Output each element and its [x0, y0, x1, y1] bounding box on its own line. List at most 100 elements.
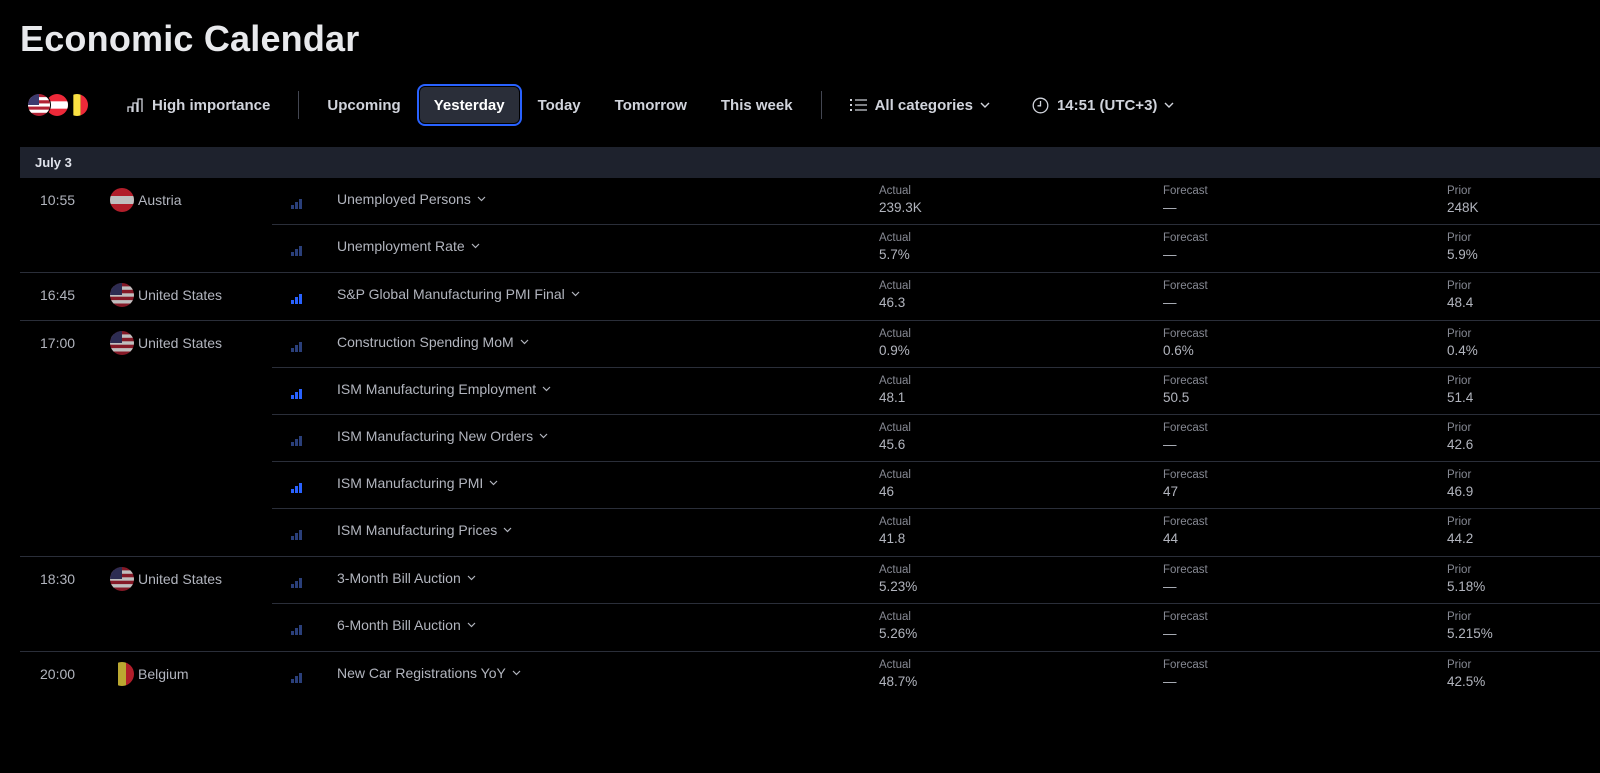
forecast-value: Forecast — [1163, 658, 1208, 691]
actual-number: 46.3 [879, 295, 906, 310]
us-flag-icon [110, 567, 134, 591]
tab-this-week[interactable]: This week [707, 86, 807, 124]
forecast-number: 50.5 [1163, 390, 1190, 405]
event-name[interactable]: ISM Manufacturing New Orders [337, 428, 548, 444]
event-name[interactable]: S&P Global Manufacturing PMI Final [337, 286, 580, 302]
actual-number: 45.6 [879, 437, 906, 452]
importance-bars-icon [291, 670, 302, 688]
belgium-flag-icon [110, 662, 134, 686]
event-row[interactable]: ISM Manufacturing New Orders Actual 45.6 Fo… [272, 415, 1600, 462]
event-row[interactable]: ISM Manufacturing PMI Actual 46 Forecast 47 P… [272, 462, 1600, 509]
tab-yesterday[interactable]: Yesterday [418, 86, 520, 124]
event-name-text: ISM Manufacturing Employment [337, 381, 537, 397]
timezone-dropdown[interactable]: 14:51 (UTC+3) [1018, 86, 1188, 124]
event-name[interactable]: 6-Month Bill Auction [337, 617, 476, 633]
actual-value: Actual 46 [879, 468, 911, 501]
event-name[interactable]: ISM Manufacturing Prices [337, 522, 512, 538]
importance-bars-icon [127, 97, 143, 112]
event-row[interactable]: Construction Spending MoM Actual 0.9% Forec… [272, 321, 1600, 368]
categories-dropdown[interactable]: All categories [836, 86, 1004, 124]
prior-label: Prior [1447, 280, 1472, 292]
actual-value: Actual 239.3K [879, 184, 922, 217]
event-name[interactable]: Construction Spending MoM [337, 334, 529, 350]
actual-label: Actual [879, 328, 911, 340]
event-name[interactable]: Unemployment Rate [337, 238, 480, 254]
actual-label: Actual [879, 564, 911, 576]
prior-number: 46.9 [1447, 484, 1474, 499]
event-row[interactable]: ISM Manufacturing Employment Actual 48.1 Fo… [272, 368, 1600, 415]
event-row[interactable]: S&P Global Manufacturing PMI Final Actual… [272, 273, 1600, 320]
event-name-text: Unemployed Persons [337, 191, 471, 207]
actual-number: 48.7% [879, 674, 918, 689]
actual-label: Actual [879, 422, 911, 434]
chevron-down-icon [520, 339, 529, 345]
forecast-label: Forecast [1163, 232, 1208, 244]
prior-number: 51.4 [1447, 390, 1474, 405]
event-group: 10:55 Austria Unemployed Persons Actual 239.… [20, 178, 1600, 273]
country-name: United States [138, 335, 223, 351]
importance-bars-icon [291, 196, 302, 214]
country-name: Austria [138, 192, 182, 208]
prior-value: Prior 46.9 [1447, 468, 1473, 501]
forecast-number: — [1163, 579, 1177, 594]
tab-tomorrow[interactable]: Tomorrow [601, 86, 701, 124]
actual-value: Actual 48.1 [879, 374, 911, 407]
event-row[interactable]: 3-Month Bill Auction Actual 5.23% Forecast —… [272, 557, 1600, 604]
prior-value: Prior 248K [1447, 184, 1479, 217]
event-row[interactable]: Unemployed Persons Actual 239.3K Forecast — P… [272, 178, 1600, 225]
importance-bars-icon [291, 575, 302, 593]
forecast-value: Forecast — [1163, 610, 1208, 643]
actual-number: 239.3K [879, 200, 922, 215]
country-filter-button[interactable] [27, 92, 93, 118]
high-importance-button[interactable]: High importance [113, 86, 284, 124]
forecast-label: Forecast [1163, 564, 1208, 576]
prior-number: 48.4 [1447, 295, 1474, 310]
event-name[interactable]: Unemployed Persons [337, 191, 486, 207]
event-row[interactable]: ISM Manufacturing Prices Actual 41.8 Foreca… [272, 509, 1600, 556]
prior-label: Prior [1447, 611, 1472, 623]
forecast-number: 0.6% [1163, 343, 1194, 358]
forecast-label: Forecast [1163, 422, 1208, 434]
forecast-value: Forecast — [1163, 231, 1208, 264]
us-flag-icon [27, 93, 51, 117]
importance-bars-icon [291, 243, 302, 261]
prior-label: Prior [1447, 659, 1472, 671]
event-country: United States [110, 331, 222, 355]
event-row[interactable]: Unemployment Rate Actual 5.7% Forecast — Prio… [272, 225, 1600, 272]
event-name-text: ISM Manufacturing New Orders [337, 428, 534, 444]
actual-value: Actual 48.7% [879, 658, 917, 691]
importance-bars-icon [291, 433, 302, 451]
timezone-label: 14:51 (UTC+3) [1056, 96, 1158, 114]
event-country: United States [110, 567, 222, 591]
tab-upcoming[interactable]: Upcoming [313, 86, 414, 124]
event-name-text: 3-Month Bill Auction [337, 570, 461, 586]
categories-label: All categories [874, 96, 973, 114]
event-country: United States [110, 283, 222, 307]
prior-number: 5.215% [1447, 626, 1493, 641]
forecast-number: 47 [1163, 484, 1179, 499]
prior-value: Prior 5.215% [1447, 610, 1493, 643]
country-name: United States [138, 571, 223, 587]
forecast-value: Forecast 47 [1163, 468, 1208, 501]
event-name[interactable]: 3-Month Bill Auction [337, 570, 476, 586]
forecast-value: Forecast 0.6% [1163, 327, 1208, 360]
actual-label: Actual [879, 611, 911, 623]
actual-value: Actual 41.8 [879, 515, 911, 548]
prior-number: 42.6 [1447, 437, 1474, 452]
event-name[interactable]: ISM Manufacturing Employment [337, 381, 551, 397]
event-row[interactable]: New Car Registrations YoY Actual 48.7% Fore… [272, 652, 1600, 699]
event-name[interactable]: New Car Registrations YoY [337, 665, 521, 681]
chevron-down-icon [512, 670, 521, 676]
prior-value: Prior 42.5% [1447, 658, 1485, 691]
actual-label: Actual [879, 280, 911, 292]
event-country: Austria [110, 188, 182, 212]
actual-value: Actual 0.9% [879, 327, 911, 360]
prior-label: Prior [1447, 375, 1472, 387]
forecast-number: — [1163, 295, 1177, 310]
chevron-down-icon [503, 527, 512, 533]
event-name[interactable]: ISM Manufacturing PMI [337, 475, 498, 491]
event-group: 20:00 Belgium New Car Registrations YoY Act… [20, 652, 1600, 699]
event-row[interactable]: 6-Month Bill Auction Actual 5.26% Forecast —… [272, 604, 1600, 651]
tab-today[interactable]: Today [524, 86, 595, 124]
actual-number: 0.9% [879, 343, 910, 358]
